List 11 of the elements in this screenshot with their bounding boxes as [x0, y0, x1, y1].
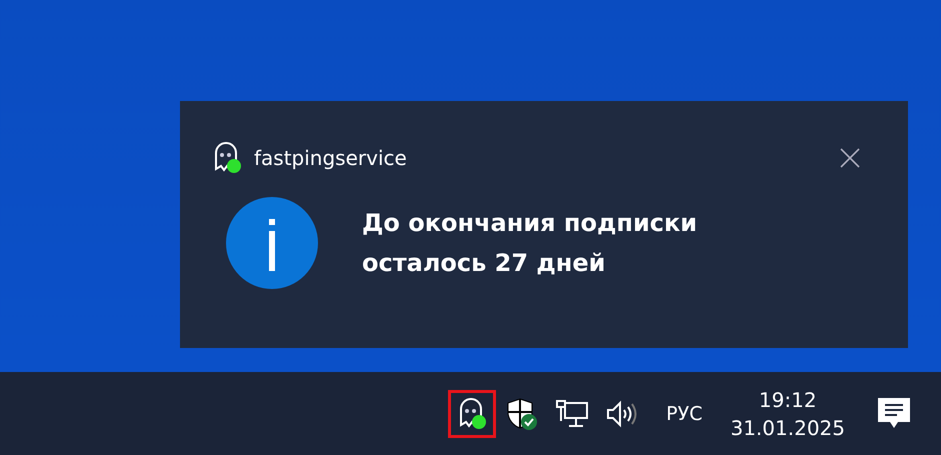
notification-message: До окончания подписки осталось 27 дней	[362, 208, 698, 279]
tray-button[interactable]	[448, 390, 496, 438]
app-name: fastpingservice	[254, 146, 408, 170]
monitor-icon	[555, 398, 590, 428]
speaker-icon	[605, 398, 640, 428]
language-indicator[interactable]: РУС	[666, 402, 702, 424]
ghost-icon	[457, 396, 488, 430]
shield-icon	[505, 396, 540, 430]
clock[interactable]: 19:12 31.01.2025	[724, 388, 851, 438]
ghost-icon	[212, 141, 242, 175]
info-icon	[226, 197, 318, 289]
